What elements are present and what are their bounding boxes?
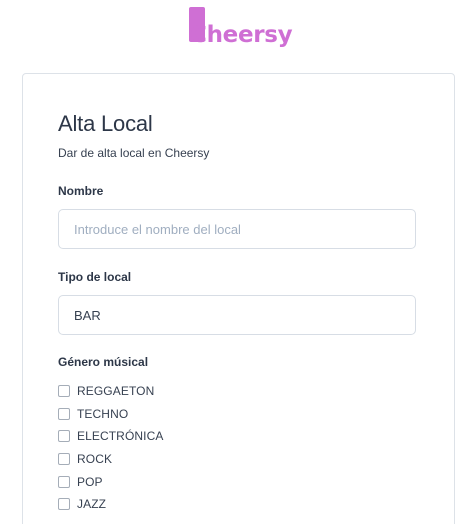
checkbox-pop[interactable] (58, 475, 70, 488)
page-title: Alta Local (58, 111, 153, 136)
genre-option-label: POP (77, 474, 103, 489)
genre-option-rock[interactable]: ROCK (58, 448, 163, 471)
name-input[interactable] (58, 209, 416, 249)
genre-option-label: REGGAETON (77, 384, 155, 399)
genre-option-pop[interactable]: POP (58, 470, 163, 493)
genre-option-label: ELECTRÓNICA (77, 429, 164, 444)
genre-option-electronica[interactable]: ELECTRÓNICA (58, 425, 163, 448)
genre-option-label: TECHNO (77, 406, 129, 421)
logo-wordmark: Cheersy (190, 22, 293, 48)
genre-option-label: JAZZ (77, 497, 107, 512)
checkbox-reggaeton[interactable] (58, 385, 70, 398)
genre-checkbox-group: REGGAETON TECHNO ELECTRÓNICA ROCK POP JA… (58, 380, 163, 516)
checkbox-electronica[interactable] (58, 430, 70, 443)
type-select-value: BAR (74, 307, 101, 323)
checkbox-rock[interactable] (58, 453, 70, 466)
type-select[interactable]: BAR (58, 295, 416, 335)
name-label: Nombre (58, 184, 104, 198)
genre-option-jazz[interactable]: JAZZ (58, 493, 163, 516)
genre-option-reggaeton[interactable]: REGGAETON (58, 380, 163, 403)
genre-label: Género músical (58, 355, 149, 369)
genre-option-label: ROCK (77, 452, 113, 467)
page-subtitle: Dar de alta local en Cheersy (58, 146, 210, 160)
genre-option-techno[interactable]: TECHNO (58, 403, 163, 426)
checkbox-jazz[interactable] (58, 498, 70, 511)
cheersy-logo: Cheersy (189, 7, 293, 48)
type-label: Tipo de local (58, 270, 132, 284)
checkbox-techno[interactable] (58, 407, 70, 420)
